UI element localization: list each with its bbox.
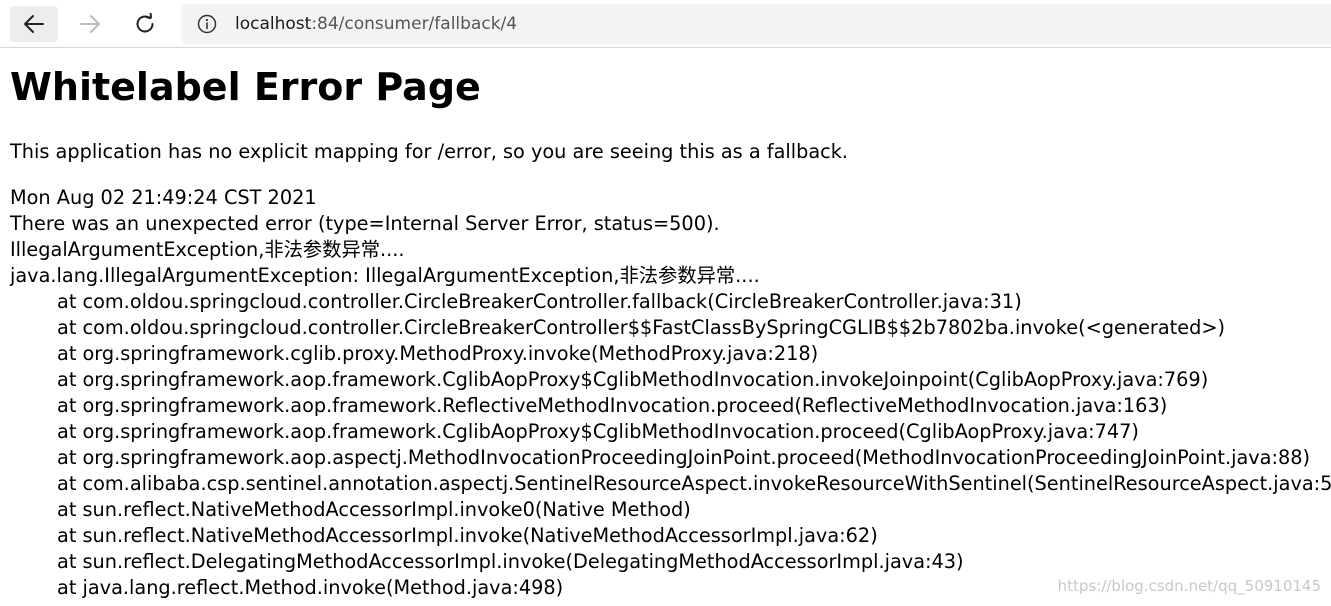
stack-frame: at org.springframework.aop.framework.Cgl… [57, 420, 1139, 443]
error-message: This application has no explicit mapping… [10, 140, 849, 163]
exception-message: IllegalArgumentException,非法参数异常.... [10, 238, 405, 261]
forward-arrow-icon [80, 15, 100, 33]
url-text[interactable]: localhost:84/consumer/fallback/4 [235, 14, 517, 34]
back-arrow-icon [24, 15, 44, 33]
stack-frame: at org.springframework.aop.framework.Ref… [57, 394, 1168, 417]
reload-icon [136, 13, 154, 33]
address-bar[interactable]: localhost:84/consumer/fallback/4 [181, 4, 1331, 44]
error-details: Mon Aug 02 21:49:24 CST 2021 There was a… [10, 185, 1331, 601]
back-button[interactable] [10, 6, 58, 42]
reload-button[interactable] [121, 6, 169, 42]
stack-frame: at org.springframework.cglib.proxy.Metho… [57, 342, 819, 365]
stack-frame: at sun.reflect.DelegatingMethodAccessorI… [57, 550, 964, 573]
page-title: Whitelabel Error Page [10, 65, 481, 109]
url-host: localhost [235, 14, 312, 34]
watermark: https://blog.csdn.net/qq_50910145 [1057, 577, 1321, 595]
error-timestamp: Mon Aug 02 21:49:24 CST 2021 [10, 186, 317, 209]
error-status-line: There was an unexpected error (type=Inte… [10, 212, 720, 235]
exception-header: java.lang.IllegalArgumentException: Ille… [10, 264, 760, 287]
browser-toolbar: localhost:84/consumer/fallback/4 [0, 0, 1331, 48]
stack-frame: at sun.reflect.NativeMethodAccessorImpl.… [57, 524, 878, 547]
info-icon[interactable] [197, 14, 217, 34]
stack-frame: at com.alibaba.csp.sentinel.annotation.a… [57, 472, 1331, 495]
stack-frame: at com.oldou.springcloud.controller.Circ… [57, 316, 1226, 339]
stack-frame: at com.oldou.springcloud.controller.Circ… [57, 290, 1022, 313]
url-path: :84/consumer/fallback/4 [311, 14, 518, 34]
stack-frame: at org.springframework.aop.framework.Cgl… [57, 368, 1209, 391]
stack-frame: at org.springframework.aop.aspectj.Metho… [57, 446, 1311, 469]
forward-button[interactable] [66, 6, 114, 42]
stack-frame: at sun.reflect.NativeMethodAccessorImpl.… [57, 498, 691, 521]
